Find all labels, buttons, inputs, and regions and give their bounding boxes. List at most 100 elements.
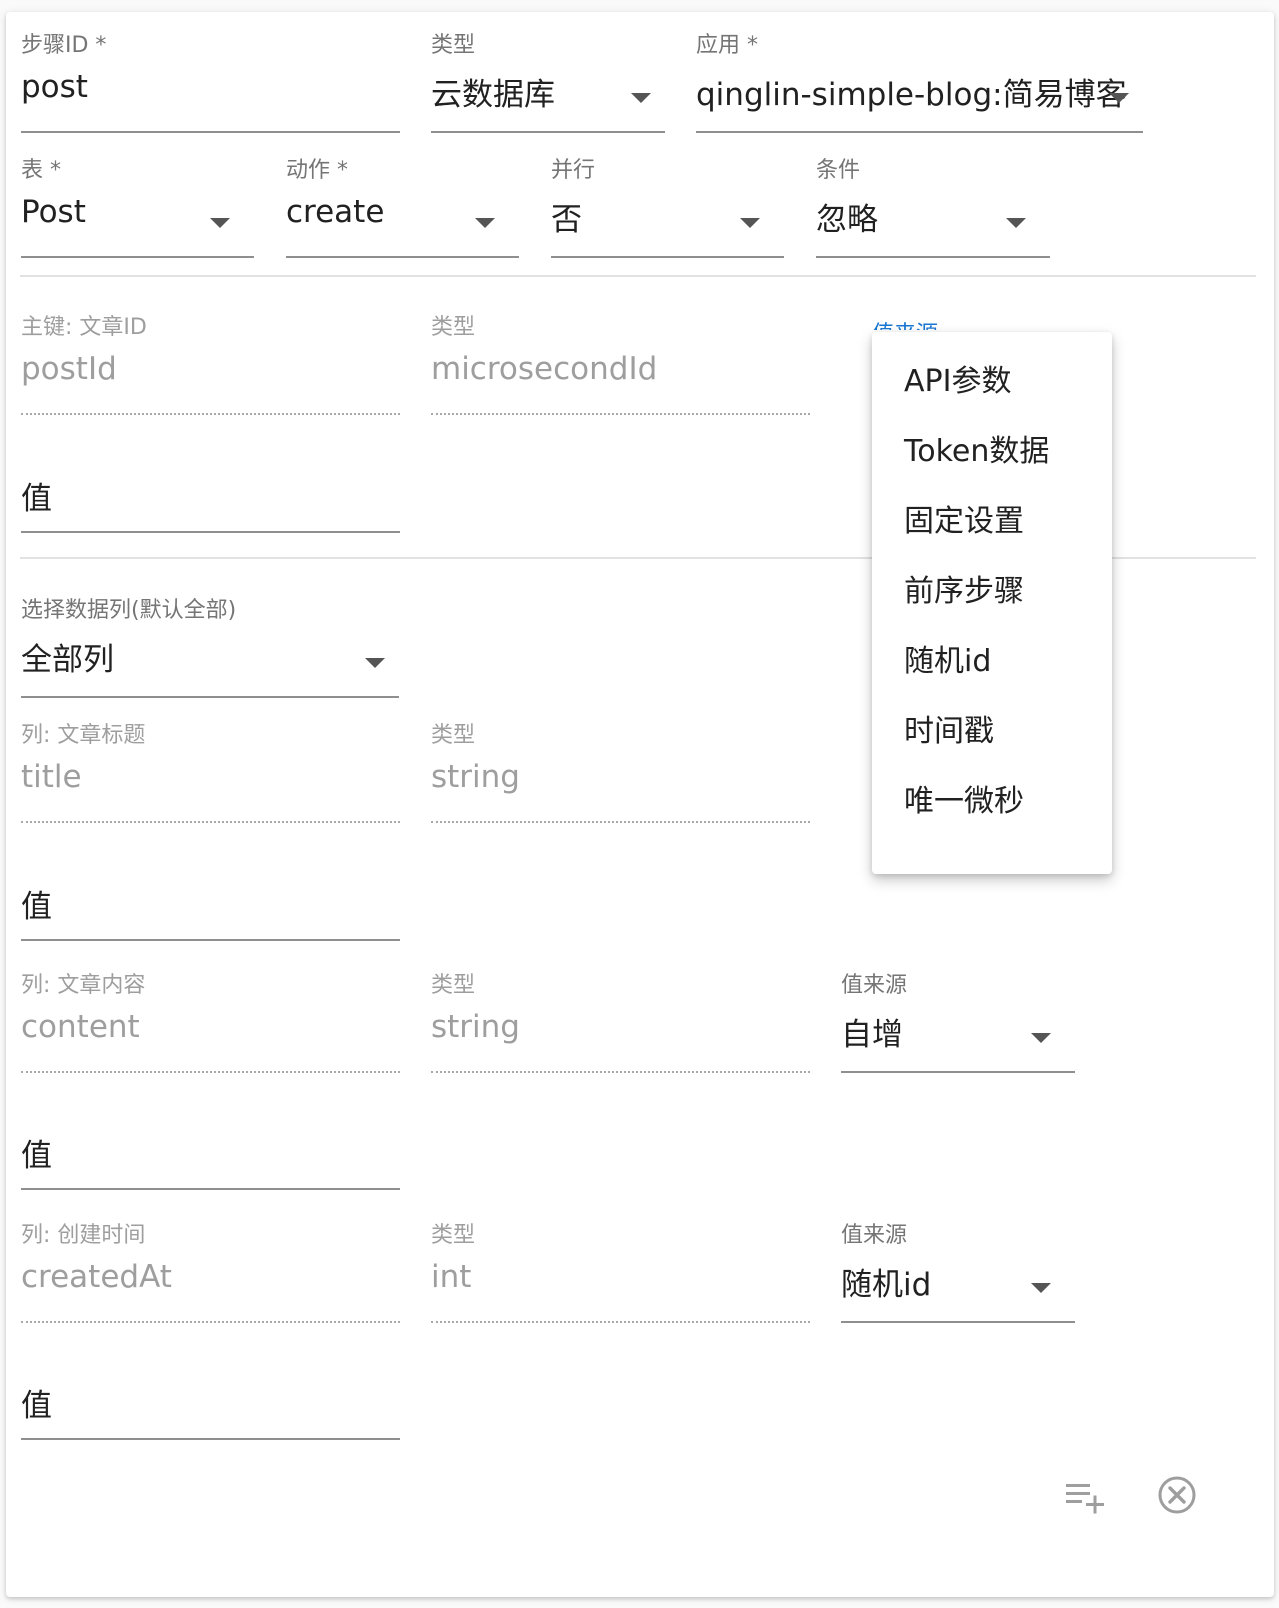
- section-divider: [20, 275, 1256, 277]
- column-title-field: 列: 文章标题 title: [21, 717, 400, 827]
- column-createdat-field: 列: 创建时间 createdAt: [21, 1217, 400, 1327]
- pk-type-field: 类型 microsecondId: [431, 309, 810, 419]
- pk-column-label: 主键: 文章ID: [21, 315, 147, 340]
- menu-item-unique-microsecond[interactable]: 唯一微秒: [904, 776, 1024, 820]
- step-id-label: 步骤ID *: [21, 33, 107, 58]
- pk-value-input[interactable]: 值: [21, 473, 400, 543]
- pk-type-underline: [431, 413, 810, 415]
- pk-value-label: 值: [21, 481, 52, 517]
- column-content-type: 类型 string: [431, 967, 810, 1077]
- source-value: 自增: [841, 1017, 903, 1053]
- pk-type-label: 类型: [431, 315, 476, 340]
- column-content-source-select[interactable]: 值来源 自增: [841, 967, 1075, 1077]
- pk-column-field: 主键: 文章ID postId: [21, 309, 400, 419]
- column-title-value-input[interactable]: 值: [21, 881, 400, 951]
- column-title-type: 类型 string: [431, 717, 810, 827]
- app-select[interactable]: 应用 * qinglin-simple-blog:简易博客: [696, 27, 1143, 137]
- menu-item-api-params[interactable]: API参数: [904, 356, 1011, 400]
- parallel-select[interactable]: 并行 否: [551, 152, 784, 262]
- chevron-down-icon[interactable]: [1031, 1033, 1051, 1043]
- condition-value: 忽略: [816, 202, 878, 238]
- column-content-value-input[interactable]: 值: [21, 1130, 400, 1200]
- column-underline: [21, 821, 400, 823]
- condition-select[interactable]: 条件 忽略: [816, 152, 1050, 262]
- value-source-menu: API参数 Token数据 固定设置 前序步骤 随机id 时间戳 唯一微秒: [872, 332, 1112, 874]
- app-label: 应用 *: [696, 33, 758, 58]
- table-select[interactable]: 表 * Post: [21, 152, 254, 262]
- column-createdat-value-input[interactable]: 值: [21, 1380, 400, 1450]
- playlist-add-icon-graphic: [1066, 1484, 1104, 1514]
- menu-item-timestamp[interactable]: 时间戳: [904, 706, 994, 750]
- chevron-down-icon[interactable]: [740, 218, 760, 228]
- parallel-underline: [551, 256, 784, 258]
- source-underline: [841, 1321, 1075, 1323]
- select-columns-select[interactable]: 选择数据列(默认全部) 全部列: [21, 592, 399, 702]
- close-circle-icon-graphic: [1158, 1476, 1196, 1514]
- menu-item-token-data[interactable]: Token数据: [904, 426, 1049, 470]
- type-underline: [431, 131, 665, 133]
- select-columns-value: 全部列: [21, 642, 114, 678]
- value-underline: [21, 1188, 400, 1190]
- step-id-input[interactable]: post: [21, 69, 88, 105]
- menu-item-fixed-setting[interactable]: 固定设置: [904, 496, 1024, 540]
- column-label: 列: 文章标题: [21, 723, 146, 748]
- menu-item-previous-step[interactable]: 前序步骤: [904, 566, 1024, 610]
- column-type-value: string: [431, 759, 520, 795]
- column-type-underline: [431, 1321, 810, 1323]
- column-label: 列: 创建时间: [21, 1223, 146, 1248]
- table-label: 表 *: [21, 158, 61, 183]
- column-value: content: [21, 1009, 140, 1045]
- value-label: 值: [21, 1388, 52, 1424]
- pk-value-underline: [21, 531, 400, 533]
- app-value: qinglin-simple-blog:简易博客: [696, 77, 1127, 113]
- column-createdat-type: 类型 int: [431, 1217, 810, 1327]
- close-circle-icon[interactable]: [1156, 1474, 1198, 1516]
- value-underline: [21, 1438, 400, 1440]
- column-type-value: string: [431, 1009, 520, 1045]
- pk-column-value: postId: [21, 351, 117, 387]
- column-type-label: 类型: [431, 723, 476, 748]
- type-label: 类型: [431, 33, 476, 58]
- select-columns-label: 选择数据列(默认全部): [21, 598, 237, 623]
- table-value: Post: [21, 194, 86, 230]
- column-value: title: [21, 759, 82, 795]
- action-underline: [286, 256, 519, 258]
- column-content-field: 列: 文章内容 content: [21, 967, 400, 1077]
- step-id-field[interactable]: 步骤ID * post: [21, 27, 400, 137]
- chevron-down-icon[interactable]: [1031, 1283, 1051, 1293]
- chevron-down-icon[interactable]: [365, 658, 385, 668]
- chevron-down-icon[interactable]: [475, 218, 495, 228]
- condition-underline: [816, 256, 1050, 258]
- source-label: 值来源: [841, 1223, 908, 1248]
- chevron-down-icon[interactable]: [1109, 93, 1129, 103]
- column-underline: [21, 1071, 400, 1073]
- column-underline: [21, 1321, 400, 1323]
- pk-type-value: microsecondId: [431, 351, 658, 387]
- chevron-down-icon[interactable]: [210, 218, 230, 228]
- pk-source-label-focused: 值来源: [872, 316, 938, 330]
- column-type-underline: [431, 1071, 810, 1073]
- type-select[interactable]: 类型 云数据库: [431, 27, 665, 137]
- playlist-add-icon[interactable]: [1064, 1480, 1108, 1516]
- value-underline: [21, 939, 400, 941]
- column-type-label: 类型: [431, 1223, 476, 1248]
- table-underline: [21, 256, 254, 258]
- column-label: 列: 文章内容: [21, 973, 146, 998]
- value-label: 值: [21, 1138, 52, 1174]
- source-label: 值来源: [841, 973, 908, 998]
- chevron-down-icon[interactable]: [631, 93, 651, 103]
- source-value: 随机id: [841, 1267, 932, 1303]
- action-select[interactable]: 动作 * create: [286, 152, 519, 262]
- column-type-label: 类型: [431, 973, 476, 998]
- column-createdat-source-select[interactable]: 值来源 随机id: [841, 1217, 1075, 1327]
- menu-item-random-id[interactable]: 随机id: [904, 636, 991, 680]
- column-value: createdAt: [21, 1259, 172, 1295]
- select-columns-underline: [21, 696, 399, 698]
- action-label: 动作 *: [286, 158, 348, 183]
- parallel-value: 否: [551, 202, 582, 238]
- column-type-underline: [431, 821, 810, 823]
- value-label: 值: [21, 889, 52, 925]
- column-type-value: int: [431, 1259, 472, 1295]
- app-underline: [696, 131, 1143, 133]
- chevron-down-icon[interactable]: [1006, 218, 1026, 228]
